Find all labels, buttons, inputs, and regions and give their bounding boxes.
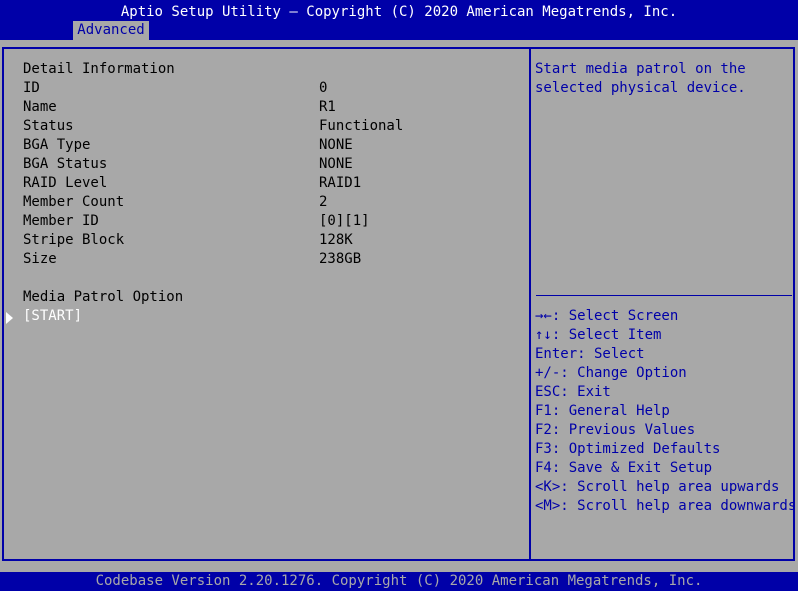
row-value-name: R1 xyxy=(319,99,336,115)
key-scroll-up: <K>: Scroll help area upwards xyxy=(535,479,780,495)
row-label-stripe-block: Stripe Block xyxy=(23,232,125,248)
row-value-bga-type: NONE xyxy=(319,137,353,153)
patrol-heading: Media Patrol Option xyxy=(23,289,184,305)
key-select-screen: →←: Select Screen xyxy=(535,308,679,324)
panel-divider xyxy=(529,47,531,561)
help-line: Start media patrol on the xyxy=(535,61,746,77)
row-label-raid-level: RAID Level xyxy=(23,175,108,191)
selection-arrow-icon xyxy=(6,312,13,324)
key-f3: F3: Optimized Defaults xyxy=(535,441,721,457)
row-label-bga-status: BGA Status xyxy=(23,156,108,172)
row-value-member-count: 2 xyxy=(319,194,328,210)
row-value-status: Functional xyxy=(319,118,404,134)
key-f4: F4: Save & Exit Setup xyxy=(535,460,713,476)
key-change-option: +/-: Change Option xyxy=(535,365,687,381)
row-value-stripe-block: 128K xyxy=(319,232,353,248)
detail-heading: Detail Information xyxy=(23,61,175,77)
tab-advanced[interactable]: Advanced xyxy=(73,21,149,40)
start-button[interactable]: [START] xyxy=(23,307,82,326)
row-label-member-id: Member ID xyxy=(23,213,99,229)
help-divider xyxy=(536,295,792,296)
key-f2: F2: Previous Values xyxy=(535,422,696,438)
row-value-raid-level: RAID1 xyxy=(319,175,362,191)
row-value-size: 238GB xyxy=(319,251,362,267)
row-label-member-count: Member Count xyxy=(23,194,125,210)
help-line: selected physical device. xyxy=(535,80,746,96)
row-value-member-id: [0][1] xyxy=(319,213,370,229)
footer-text: Codebase Version 2.20.1276. Copyright (C… xyxy=(95,573,703,589)
key-f1: F1: General Help xyxy=(535,403,670,419)
row-value-bga-status: NONE xyxy=(319,156,353,172)
key-esc: ESC: Exit xyxy=(535,384,611,400)
title-bar: Aptio Setup Utility – Copyright (C) 2020… xyxy=(0,0,798,40)
app-title: Aptio Setup Utility – Copyright (C) 2020… xyxy=(120,4,678,20)
row-label-size: Size xyxy=(23,251,57,267)
row-label-name: Name xyxy=(23,99,57,115)
key-enter: Enter: Select xyxy=(535,346,645,362)
row-value-id: 0 xyxy=(319,80,328,96)
row-label-id: ID xyxy=(23,80,40,96)
key-select-item: ↑↓: Select Item xyxy=(535,327,662,343)
row-label-status: Status xyxy=(23,118,74,134)
row-label-bga-type: BGA Type xyxy=(23,137,91,153)
footer-bar: Codebase Version 2.20.1276. Copyright (C… xyxy=(0,572,798,591)
key-scroll-down: <M>: Scroll help area downwards xyxy=(535,498,797,514)
